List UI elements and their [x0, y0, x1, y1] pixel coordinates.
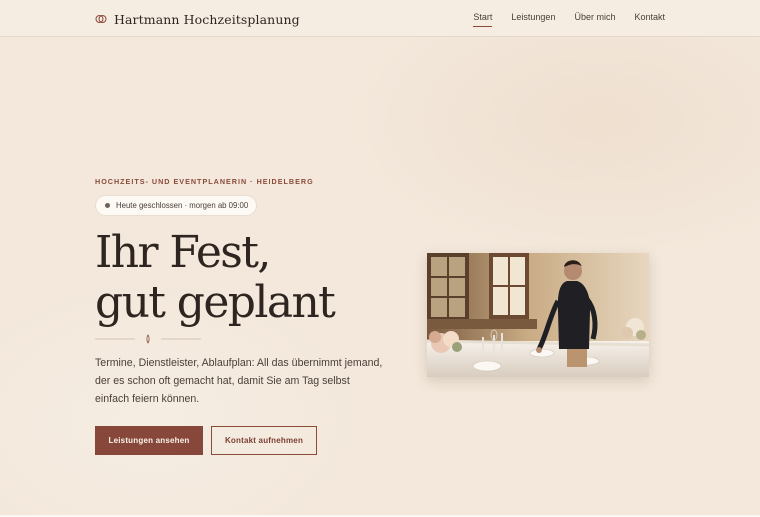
wedding-planner-table-image — [427, 253, 649, 377]
rings-icon — [95, 15, 107, 23]
services-button[interactable]: Leistungen ansehen — [95, 426, 203, 455]
ornament-divider-icon — [95, 334, 201, 344]
nav-ueber-mich[interactable]: Über mich — [574, 12, 615, 26]
brand[interactable]: Hartmann Hochzeitsplanung — [95, 10, 300, 28]
main-nav: Start Leistungen Über mich Kontakt — [454, 12, 665, 27]
nav-start[interactable]: Start — [473, 12, 493, 27]
hero-title-line1: Ihr Fest, — [95, 227, 271, 278]
brand-name: Hartmann Hochzeitsplanung — [114, 11, 300, 27]
hero-title: Ihr Fest, gut geplant — [95, 227, 336, 328]
nav-kontakt[interactable]: Kontakt — [634, 12, 665, 26]
opening-status-text: Heute geschlossen · morgen ab 09:00 — [116, 201, 249, 210]
site-header: Hartmann Hochzeitsplanung Start Leistung… — [0, 0, 760, 37]
hero-lead-text: Termine, Dienstleister, Ablaufplan: All … — [95, 357, 383, 405]
nav-leistungen[interactable]: Leistungen — [511, 12, 555, 26]
status-dot-icon — [105, 203, 110, 208]
hero-eyebrow: HOCHZEITS- UND EVENTPLANERIN · HEIDELBER… — [95, 177, 314, 186]
hero-photo — [427, 253, 649, 377]
contact-button[interactable]: Kontakt aufnehmen — [211, 426, 317, 455]
hero-title-line2: gut geplant — [95, 277, 336, 328]
opening-status-badge: Heute geschlossen · morgen ab 09:00 — [95, 195, 258, 216]
